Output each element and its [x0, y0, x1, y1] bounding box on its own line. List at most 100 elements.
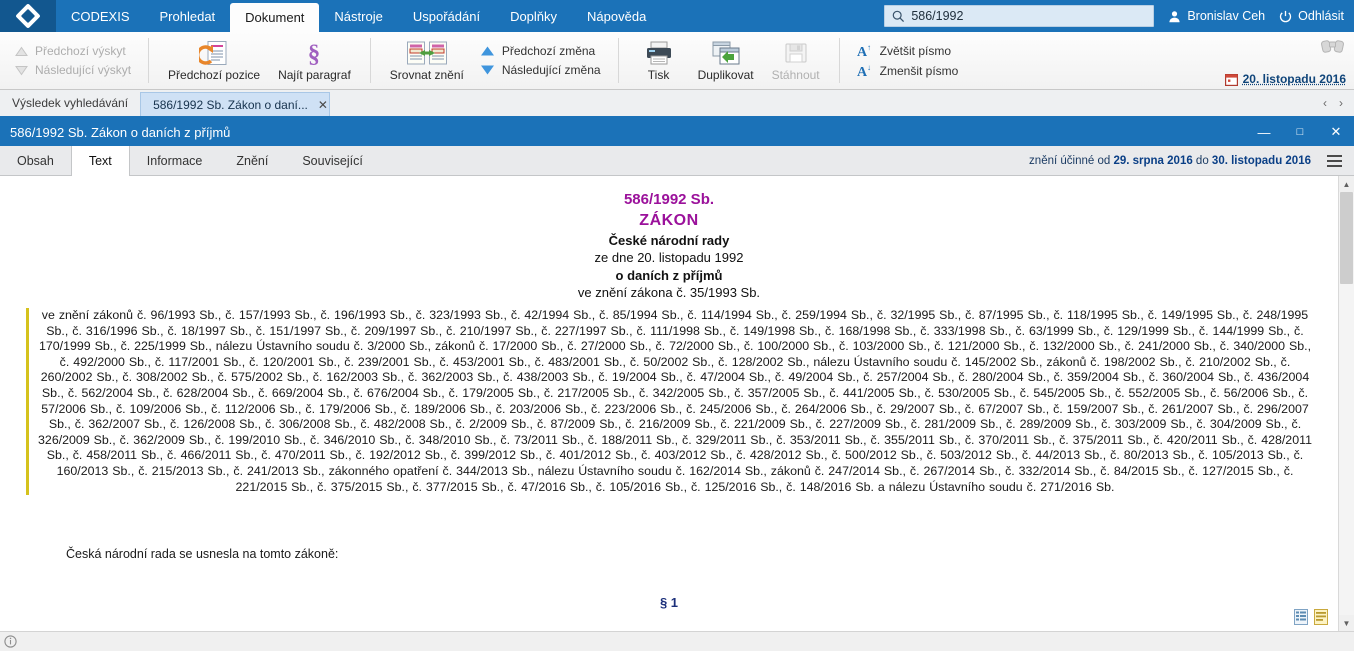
menu-label: Nástroje	[334, 8, 383, 24]
power-icon	[1279, 10, 1292, 23]
logout-button[interactable]: Odhlásit	[1279, 9, 1344, 23]
document-back-arrow-icon	[196, 40, 229, 66]
scroll-down-icon[interactable]: ▼	[1339, 615, 1354, 631]
print-label: Tisk	[647, 67, 670, 82]
ribbon-group-position: Předchozí pozice § Najít paragraf	[151, 32, 368, 89]
decrease-font-button[interactable]: A ↓ Zmenšit písmo	[854, 62, 962, 80]
find-paragraph-button[interactable]: § Najít paragraf	[269, 38, 360, 84]
tab-label: Obsah	[17, 153, 54, 168]
ribbon-separator	[617, 38, 619, 83]
law-authority: České národní rady	[608, 232, 730, 248]
chevron-right-icon[interactable]: ›	[1334, 96, 1348, 110]
next-change-label: Následující změna	[501, 63, 601, 77]
list-view-icon[interactable]	[1294, 609, 1308, 625]
ribbon-separator	[369, 38, 371, 83]
menu-item-doplnky[interactable]: Doplňky	[495, 0, 572, 32]
tab-zneni[interactable]: Znění	[219, 146, 285, 175]
menu-item-usporadani[interactable]: Uspořádání	[398, 0, 495, 32]
search-input[interactable]: 586/1992	[884, 5, 1155, 27]
menu-right-area: 586/1992 Bronislav Ceh Odhlásit	[884, 0, 1354, 32]
ribbon-separator	[148, 38, 150, 83]
tab-obsah[interactable]: Obsah	[0, 146, 71, 175]
menu-items: CODEXIS Prohledat Dokument Nástroje Uspo…	[56, 0, 661, 32]
ribbon-group-font: A ↑ Zvětšit písmo A ↓ Zmenšit písmo	[842, 32, 974, 89]
effective-date-selector[interactable]: 20. listopadu 2016	[1224, 72, 1346, 86]
svg-text:↑: ↑	[867, 43, 871, 52]
compare-versions-button[interactable]: Srovnat znění	[381, 38, 473, 84]
menu-label: Doplňky	[510, 8, 558, 24]
law-number: 586/1992 Sb.	[623, 191, 715, 208]
prev-position-button[interactable]: Předchozí pozice	[159, 38, 269, 84]
menu-item-codexis[interactable]: CODEXIS	[56, 0, 145, 32]
increase-font-label: Zvětšit písmo	[879, 43, 951, 58]
menu-item-dokument[interactable]: Dokument	[230, 3, 320, 32]
user-icon	[1168, 10, 1181, 23]
binoculars-icon[interactable]	[1320, 36, 1346, 54]
validity-to: 30. listopadu 2016	[1211, 154, 1311, 167]
user-account[interactable]: Bronislav Ceh	[1168, 9, 1265, 23]
scroll-up-icon[interactable]: ▲	[1339, 176, 1354, 192]
maximize-button[interactable]: □	[1282, 118, 1318, 146]
law-version: ve znění zákona č. 35/1993 Sb.	[577, 285, 761, 301]
decrease-font-label: Zmenšit písmo	[879, 63, 959, 78]
validity-prefix: znění účinné od	[1029, 154, 1114, 167]
document-tab-586-1992[interactable]: 586/1992 Sb. Zákon o daní... ✕	[140, 92, 331, 116]
close-icon[interactable]: ✕	[318, 98, 328, 112]
duplicate-window-icon	[711, 40, 741, 66]
prev-occurrence-label: Předchozí výskyt	[35, 44, 126, 58]
tabs-right-area: znění účinné od 29. srpna 2016 do 30. li…	[1029, 146, 1354, 175]
menu-item-prohledat[interactable]: Prohledat	[145, 0, 231, 32]
font-size-stack: A ↑ Zvětšit písmo A ↓ Zmenšit písmo	[850, 42, 966, 80]
svg-text:§: §	[308, 41, 321, 66]
scrollbar-track[interactable]	[1339, 192, 1354, 615]
duplicate-button[interactable]: Duplikovat	[689, 38, 763, 84]
document-tab-strip: Výsledek vyhledávání 586/1992 Sb. Zákon …	[0, 90, 1354, 118]
hamburger-menu-icon[interactable]	[1323, 151, 1346, 171]
menu-label: Prohledat	[159, 8, 216, 24]
menu-item-napoveda[interactable]: Nápověda	[572, 0, 661, 32]
prev-change-button[interactable]: Předchozí změna	[477, 43, 604, 59]
triangle-down-icon	[480, 64, 495, 76]
info-icon[interactable]	[4, 635, 17, 648]
compare-documents-icon	[406, 40, 448, 66]
svg-text:↓: ↓	[867, 63, 871, 72]
chevron-left-icon[interactable]: ‹	[1318, 96, 1332, 110]
document-header: 586/1992 Sb. ZÁKON České národní rady ze…	[26, 190, 1312, 302]
increase-font-button[interactable]: A ↑ Zvětšit písmo	[854, 42, 962, 60]
tab-souvisejici[interactable]: Související	[285, 146, 379, 175]
menu-item-nastroje[interactable]: Nástroje	[319, 0, 397, 32]
prev-change-label: Předchozí změna	[501, 44, 596, 58]
document-section-tabs: Obsah Text Informace Znění Související z…	[0, 146, 1354, 176]
prev-occurrence-button[interactable]: Předchozí výskyt	[12, 43, 134, 59]
tab-informace[interactable]: Informace	[130, 146, 220, 175]
search-icon	[892, 10, 905, 23]
vertical-scrollbar[interactable]: ▲ ▼	[1338, 176, 1354, 631]
minimize-button[interactable]: —	[1246, 118, 1282, 146]
validity-range: znění účinné od 29. srpna 2016 do 30. li…	[1029, 155, 1311, 167]
amendments-block: ve znění zákonů č. 96/1993 Sb., č. 157/1…	[26, 308, 1312, 496]
scrollbar-thumb[interactable]	[1340, 192, 1353, 284]
note-view-icon[interactable]	[1314, 609, 1328, 625]
document-window-titlebar: 586/1992 Sb. Zákon o daních z příjmů — □…	[0, 118, 1354, 146]
menu-label: Dokument	[245, 10, 305, 25]
application-window: CODEXIS Prohledat Dokument Nástroje Uspo…	[0, 0, 1354, 651]
printer-icon	[644, 40, 674, 66]
app-logo[interactable]	[0, 0, 56, 32]
next-change-button[interactable]: Následující změna	[477, 62, 604, 78]
search-results-label[interactable]: Výsledek vyhledávání	[0, 90, 140, 116]
codexis-diamond-logo-icon	[15, 3, 41, 29]
ribbon-group-compare: Srovnat znění Předchozí změna Následujíc…	[373, 32, 616, 89]
logout-label: Odhlásit	[1298, 9, 1344, 23]
validity-from: 29. srpna 2016	[1113, 154, 1193, 167]
close-button[interactable]: ✕	[1318, 118, 1354, 146]
tab-strip-navigation: ‹ ›	[1318, 90, 1354, 116]
next-occurrence-button[interactable]: Následující výskyt	[12, 62, 134, 78]
tab-text[interactable]: Text	[70, 146, 130, 176]
print-button[interactable]: Tisk	[629, 38, 689, 84]
download-button[interactable]: Stáhnout	[763, 38, 829, 84]
tab-label: Informace	[146, 153, 203, 168]
document-content[interactable]: 586/1992 Sb. ZÁKON České národní rady ze…	[0, 176, 1338, 631]
main-menu-bar: CODEXIS Prohledat Dokument Nástroje Uspo…	[0, 0, 1354, 32]
section-heading-1: § 1	[659, 595, 679, 611]
next-occurrence-label: Následující výskyt	[35, 63, 132, 77]
